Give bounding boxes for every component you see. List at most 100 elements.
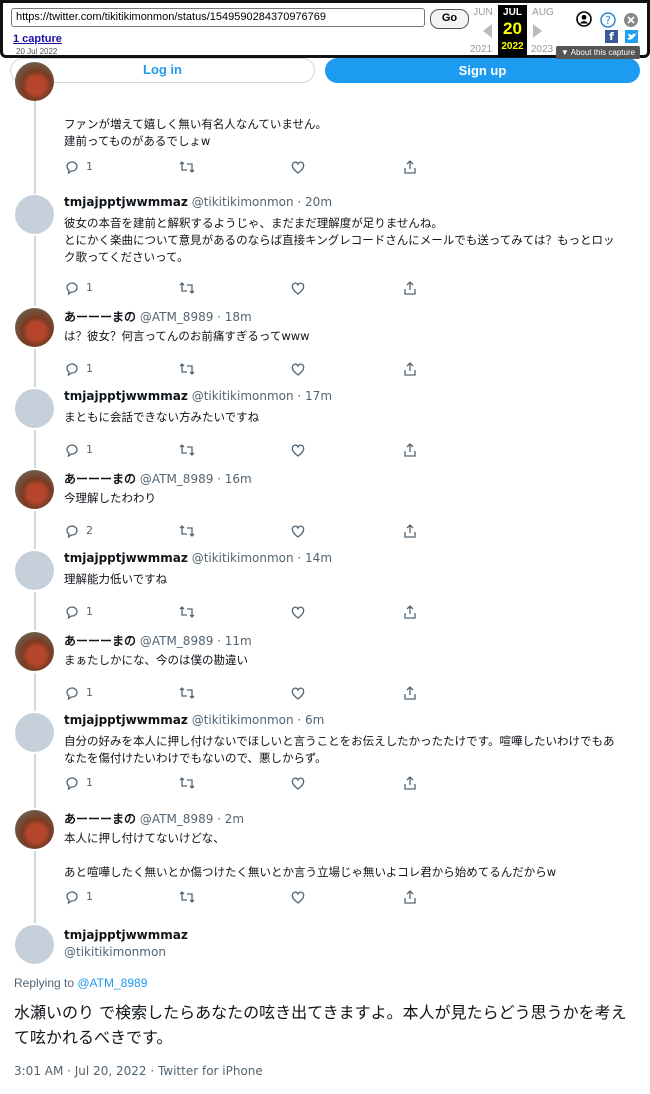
user-name[interactable]: tmjajpptjwwmmaz: [64, 389, 188, 403]
user-icon[interactable]: [576, 11, 592, 27]
tweet-header: あーーーまの @ATM_8989 · 18m: [64, 308, 252, 325]
share-button[interactable]: [402, 775, 418, 791]
tweet-header: あーーーまの @ATM_8989 · 16m: [64, 470, 252, 487]
like-button[interactable]: [290, 889, 306, 905]
retweet-button[interactable]: [178, 442, 196, 458]
like-button[interactable]: [290, 361, 306, 377]
tweet-text: まぁたしかにな、今のは僕の勘違い: [64, 652, 634, 669]
main-user-handle[interactable]: @tikitikimonmon: [64, 945, 188, 959]
user-name[interactable]: tmjajpptjwwmmaz: [64, 195, 188, 209]
wayback-next-year[interactable]: 2023: [527, 44, 557, 55]
avatar[interactable]: [15, 389, 54, 428]
help-icon[interactable]: ?: [600, 12, 616, 28]
retweet-button[interactable]: [178, 775, 196, 791]
signup-button[interactable]: Sign up: [325, 58, 640, 83]
share-button[interactable]: [402, 889, 418, 905]
reply-button[interactable]: 1: [64, 361, 93, 377]
twitter-share-icon[interactable]: [625, 30, 638, 43]
like-button[interactable]: [290, 442, 306, 458]
retweet-button[interactable]: [178, 889, 196, 905]
main-user-name[interactable]: tmjajpptjwwmmaz: [64, 928, 188, 942]
tweet-actions: 1: [64, 685, 424, 701]
replying-to-link[interactable]: @ATM_8989: [77, 976, 147, 990]
reply-count: 1: [86, 890, 93, 903]
user-name[interactable]: tmjajpptjwwmmaz: [64, 713, 188, 727]
retweet-button[interactable]: [178, 685, 196, 701]
wayback-about-capture[interactable]: ▼ About this capture: [556, 46, 640, 59]
user-handle[interactable]: @ATM_8989 · 2m: [140, 812, 244, 826]
main-tweet-text: 水瀬いのり で検索したらあなたの呟き出てきますよ。本人が見たらどう思うかを考えて…: [14, 1003, 627, 1047]
user-handle[interactable]: @ATM_8989 · 18m: [140, 310, 252, 324]
share-button[interactable]: [402, 159, 418, 175]
reply-button[interactable]: 1: [64, 889, 93, 905]
user-name[interactable]: あーーーまの: [64, 310, 136, 324]
retweet-button[interactable]: [178, 523, 196, 539]
facebook-icon[interactable]: f: [605, 30, 618, 43]
login-button[interactable]: Log in: [10, 58, 315, 83]
avatar[interactable]: [15, 551, 54, 590]
retweet-button[interactable]: [178, 280, 196, 296]
reply-button[interactable]: 1: [64, 159, 93, 175]
avatar[interactable]: [15, 195, 54, 234]
like-button[interactable]: [290, 523, 306, 539]
tweet-text-line: 理解能力低いですね: [64, 572, 168, 586]
wayback-next-arrow-icon[interactable]: [533, 24, 542, 38]
share-button[interactable]: [402, 604, 418, 620]
like-button[interactable]: [290, 775, 306, 791]
main-avatar[interactable]: [15, 925, 54, 964]
user-name[interactable]: あーーーまの: [64, 812, 136, 826]
reply-icon: [66, 282, 78, 296]
wayback-prev-month[interactable]: JUN: [468, 7, 498, 18]
tweet-actions: 1: [64, 604, 424, 620]
like-button[interactable]: [290, 685, 306, 701]
like-button[interactable]: [290, 280, 306, 296]
user-handle[interactable]: @tikitikimonmon · 14m: [192, 551, 332, 565]
avatar[interactable]: [15, 470, 54, 509]
like-button[interactable]: [290, 604, 306, 620]
close-icon[interactable]: [623, 12, 639, 28]
user-handle[interactable]: @ATM_8989 · 11m: [140, 634, 252, 648]
share-button[interactable]: [402, 685, 418, 701]
retweet-button[interactable]: [178, 159, 196, 175]
like-button[interactable]: [290, 159, 306, 175]
avatar[interactable]: [15, 810, 54, 849]
user-handle[interactable]: @tikitikimonmon · 6m: [192, 713, 325, 727]
thread-line: [34, 673, 36, 711]
wayback-prev-year[interactable]: 2021: [466, 44, 496, 55]
wayback-next-month[interactable]: AUG: [528, 7, 558, 18]
user-handle[interactable]: @tikitikimonmon · 20m: [192, 195, 332, 209]
reply-button[interactable]: 1: [64, 685, 93, 701]
user-handle[interactable]: @tikitikimonmon · 17m: [192, 389, 332, 403]
share-button[interactable]: [402, 442, 418, 458]
retweet-button[interactable]: [178, 361, 196, 377]
wayback-current-date: JUL 20 2022: [498, 5, 527, 57]
heart-icon: [291, 363, 305, 376]
tweet-text-line: あと喧嘩したく無いとか傷つけたく無いとか言う立場じゃ無いよコレ君から始めてるんだ…: [64, 865, 557, 879]
tweet-text-line: ク歌ってくださいって。: [64, 250, 189, 264]
avatar[interactable]: [15, 713, 54, 752]
wayback-url-input[interactable]: https://twitter.com/tikitikimonmon/statu…: [11, 8, 425, 27]
wayback-captures-link[interactable]: 1 capture: [13, 33, 62, 45]
share-button[interactable]: [402, 280, 418, 296]
avatar[interactable]: [15, 62, 54, 101]
avatar[interactable]: [15, 632, 54, 671]
wayback-go-button[interactable]: Go: [430, 9, 469, 29]
retweet-icon: [179, 606, 195, 618]
reply-button[interactable]: 1: [64, 604, 93, 620]
reply-button[interactable]: 2: [64, 523, 93, 539]
avatar[interactable]: [15, 308, 54, 347]
share-button[interactable]: [402, 523, 418, 539]
user-name[interactable]: あーーーまの: [64, 634, 136, 648]
share-button[interactable]: [402, 361, 418, 377]
reply-icon: [66, 687, 78, 701]
user-handle[interactable]: @ATM_8989 · 16m: [140, 472, 252, 486]
user-name[interactable]: tmjajpptjwwmmaz: [64, 551, 188, 565]
heart-icon: [291, 444, 305, 457]
reply-button[interactable]: 1: [64, 280, 93, 296]
reply-button[interactable]: 1: [64, 442, 93, 458]
wayback-prev-arrow-icon[interactable]: [483, 24, 492, 38]
reply-button[interactable]: 1: [64, 775, 93, 791]
retweet-button[interactable]: [178, 604, 196, 620]
user-name[interactable]: あーーーまの: [64, 472, 136, 486]
heart-icon: [291, 282, 305, 295]
